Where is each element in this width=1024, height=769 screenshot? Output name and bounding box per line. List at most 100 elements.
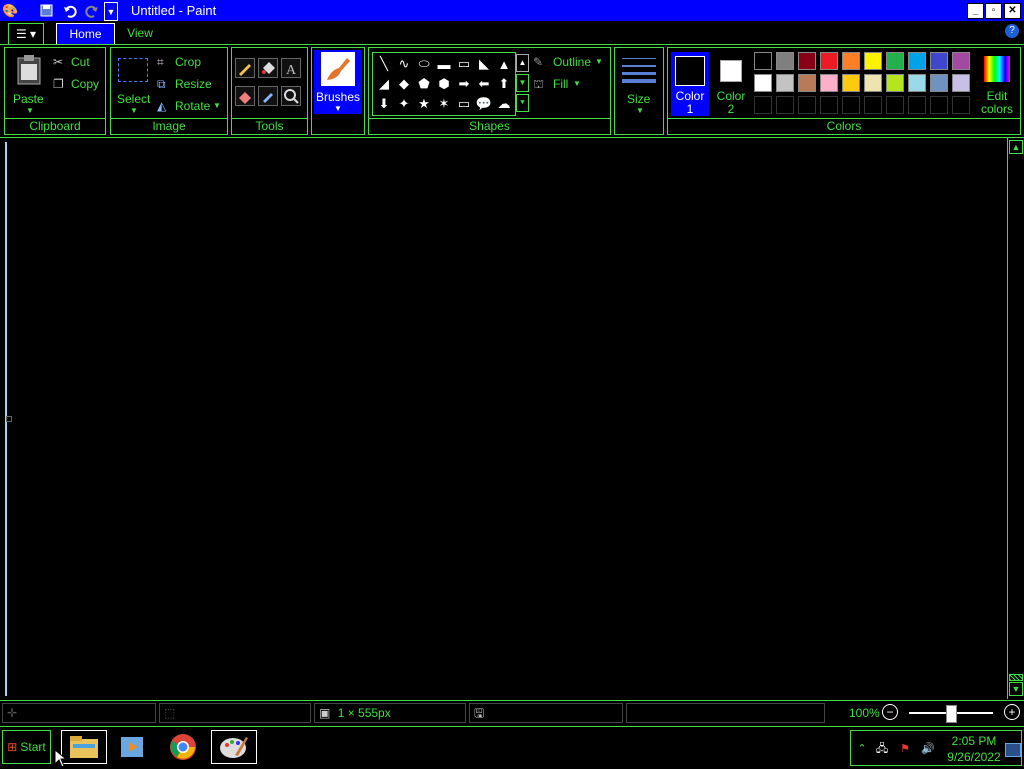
media-player-button[interactable]: [110, 730, 156, 764]
pencil-icon[interactable]: [235, 58, 255, 78]
custom-color-slot[interactable]: [952, 96, 970, 114]
brushes-button[interactable]: Brushes ▼: [314, 50, 362, 114]
color-swatch[interactable]: [930, 52, 948, 70]
eraser-icon[interactable]: [235, 86, 255, 106]
down-arrow-shape-icon[interactable]: ⬇: [375, 95, 393, 113]
show-desktop-icon[interactable]: [1005, 743, 1021, 757]
zoom-in-icon[interactable]: +: [1004, 704, 1020, 720]
custom-color-slot[interactable]: [864, 96, 882, 114]
scroll-down-icon[interactable]: ▼: [516, 74, 529, 92]
paint-app-icon[interactable]: 🎨: [2, 2, 19, 19]
start-button[interactable]: ⊞ Start: [2, 730, 51, 764]
save-icon[interactable]: [38, 2, 55, 19]
volume-icon[interactable]: 🔊: [921, 743, 935, 755]
cut-button[interactable]: ✂ Cut: [53, 54, 103, 72]
triangle-shape-icon[interactable]: ▲: [495, 55, 513, 73]
maximize-button[interactable]: ▫: [985, 3, 1002, 19]
canvas-resize-handle[interactable]: [6, 416, 12, 422]
help-icon[interactable]: ?: [1005, 24, 1019, 38]
color-swatch[interactable]: [908, 74, 926, 92]
rotate-button[interactable]: ◭ Rotate ▼: [157, 98, 225, 116]
color-swatch[interactable]: [930, 74, 948, 92]
curve-shape-icon[interactable]: ∿: [395, 55, 413, 73]
color-swatch[interactable]: [798, 52, 816, 70]
resize-button[interactable]: ⧉ Resize: [157, 76, 225, 94]
undo-icon[interactable]: [61, 2, 78, 19]
color-swatch[interactable]: [886, 52, 904, 70]
cloud-callout-shape-icon[interactable]: ☁: [495, 95, 513, 113]
clock-date[interactable]: 9/26/2022: [943, 750, 1005, 764]
zoom-slider-thumb[interactable]: [946, 705, 957, 723]
custom-color-slot[interactable]: [930, 96, 948, 114]
oval-callout-shape-icon[interactable]: 💬: [475, 95, 493, 113]
close-button[interactable]: ✕: [1004, 3, 1021, 19]
color-swatch[interactable]: [820, 52, 838, 70]
left-arrow-shape-icon[interactable]: ⬅: [475, 75, 493, 93]
color-swatch[interactable]: [952, 52, 970, 70]
custom-color-slot[interactable]: [754, 96, 772, 114]
minimize-button[interactable]: _: [967, 3, 984, 19]
diamond-shape-icon[interactable]: ◆: [395, 75, 413, 93]
fill-button[interactable]: ⛫ Fill ▼: [533, 76, 609, 94]
color-swatch[interactable]: [842, 52, 860, 70]
tab-home[interactable]: Home: [56, 23, 115, 44]
polygon-shape-icon[interactable]: ◣: [475, 55, 493, 73]
scroll-up-icon[interactable]: ▲: [516, 54, 529, 72]
redo-icon[interactable]: [83, 2, 100, 19]
edit-colors-button[interactable]: Edit colors: [976, 52, 1018, 116]
color-swatch[interactable]: [908, 52, 926, 70]
scroll-down-icon[interactable]: ▼: [1009, 682, 1023, 696]
rectangle-shape-icon[interactable]: ▬: [435, 55, 453, 73]
rounded-callout-shape-icon[interactable]: ▭: [455, 95, 473, 113]
fill-bucket-icon[interactable]: [258, 58, 278, 78]
pentagon-shape-icon[interactable]: ⬟: [415, 75, 433, 93]
color-picker-icon[interactable]: [258, 86, 278, 106]
select-button[interactable]: Select ▼: [115, 52, 151, 115]
paste-button[interactable]: Paste ▼: [11, 52, 47, 115]
outline-button[interactable]: ✎ Outline ▼: [533, 54, 609, 72]
crop-button[interactable]: ⌗ Crop: [157, 54, 225, 72]
custom-color-slot[interactable]: [908, 96, 926, 114]
color-swatch[interactable]: [754, 74, 772, 92]
scroll-thumb[interactable]: [1009, 674, 1023, 681]
right-triangle-shape-icon[interactable]: ◢: [375, 75, 393, 93]
text-icon[interactable]: A: [281, 58, 301, 78]
magnifier-icon[interactable]: [281, 86, 301, 106]
expand-gallery-icon[interactable]: ⯆: [516, 94, 529, 112]
copy-button[interactable]: ❐ Copy: [53, 76, 103, 94]
color1-button[interactable]: Color 1: [671, 52, 709, 116]
color-swatch[interactable]: [952, 74, 970, 92]
custom-color-slot[interactable]: [820, 96, 838, 114]
color-swatch[interactable]: [798, 74, 816, 92]
four-point-star-shape-icon[interactable]: ✦: [395, 95, 413, 113]
color-swatch[interactable]: [886, 74, 904, 92]
tab-view[interactable]: View: [118, 23, 162, 43]
zoom-out-icon[interactable]: −: [882, 704, 898, 720]
network-icon[interactable]: 🖧: [875, 743, 889, 755]
color-swatch[interactable]: [754, 52, 772, 70]
color-swatch[interactable]: [842, 74, 860, 92]
color-swatch[interactable]: [864, 74, 882, 92]
up-arrow-shape-icon[interactable]: ⬆: [495, 75, 513, 93]
oval-shape-icon[interactable]: ⬭: [415, 55, 433, 73]
color-swatch[interactable]: [776, 52, 794, 70]
file-explorer-button[interactable]: [61, 730, 107, 764]
clock-time[interactable]: 2:05 PM: [945, 734, 1003, 748]
file-menu-button[interactable]: ☰ ▾: [8, 23, 44, 45]
scroll-up-icon[interactable]: ▲: [1009, 140, 1023, 154]
color-swatch[interactable]: [820, 74, 838, 92]
size-button[interactable]: Size ▼: [619, 52, 659, 115]
five-point-star-shape-icon[interactable]: ★: [415, 95, 433, 113]
show-hidden-icons-icon[interactable]: ⌃: [855, 743, 869, 755]
color-swatch[interactable]: [776, 74, 794, 92]
color-swatch[interactable]: [864, 52, 882, 70]
line-shape-icon[interactable]: ╲: [375, 55, 393, 73]
hexagon-shape-icon[interactable]: ⬢: [435, 75, 453, 93]
paint-taskbar-button[interactable]: [211, 730, 257, 764]
custom-color-slot[interactable]: [798, 96, 816, 114]
six-point-star-shape-icon[interactable]: ✶: [435, 95, 453, 113]
right-arrow-shape-icon[interactable]: ➡: [455, 75, 473, 93]
drawing-canvas-area[interactable]: [0, 138, 1007, 699]
custom-color-slot[interactable]: [776, 96, 794, 114]
action-center-icon[interactable]: ⚑: [898, 743, 912, 755]
